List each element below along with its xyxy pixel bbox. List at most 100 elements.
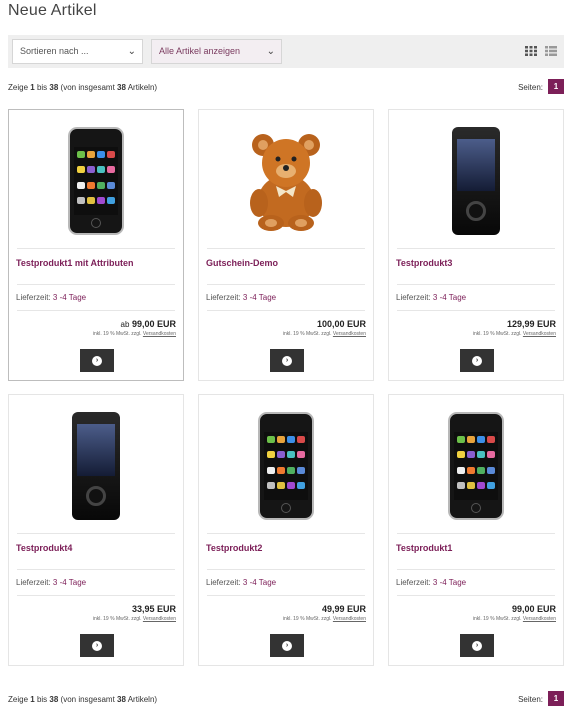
divider (17, 248, 175, 249)
tax-note: inkl. 19 % MwSt. zzgl. Versandkosten (92, 616, 176, 622)
shipping-costs-link[interactable]: Versandkosten (333, 616, 366, 622)
product-image[interactable] (258, 411, 314, 520)
chevron-right-icon: › (472, 640, 482, 651)
divider (397, 310, 555, 311)
shipping-costs-link[interactable]: Versandkosten (333, 331, 366, 337)
product-price: 100,00 EUR (317, 319, 366, 329)
price-value: 49,99 EUR (321, 604, 366, 614)
divider (17, 284, 175, 285)
divider (17, 533, 175, 534)
chevron-down-icon: ⌄ (127, 46, 136, 57)
product-name[interactable]: Testprodukt4 (16, 543, 72, 553)
delivery-time: Lieferzeit: 3 -4 Tage (16, 293, 87, 302)
divider (397, 248, 555, 249)
details-button[interactable]: › (80, 634, 114, 657)
product-name[interactable]: Testprodukt2 (206, 543, 262, 553)
product-image[interactable] (241, 131, 331, 231)
product-price: ab 99,00 EUR (121, 319, 176, 329)
product-thumb[interactable] (199, 403, 373, 528)
grid-view-icon[interactable] (525, 46, 537, 56)
chevron-right-icon: › (92, 355, 102, 366)
price-value: 100,00 EUR (316, 319, 366, 329)
product-name[interactable]: Testprodukt3 (396, 258, 452, 268)
chevron-right-icon: › (472, 355, 482, 366)
product-name[interactable]: Gutschein-Demo (206, 258, 278, 268)
sort-select[interactable]: Sortieren nach ... ⌄ (12, 39, 143, 64)
product-thumb[interactable] (389, 403, 563, 528)
pagination-top: Zeige 1 bis 38 (von insgesamt 38 Artikel… (8, 79, 564, 95)
price-value: 33,95 EUR (131, 604, 176, 614)
product-thumb[interactable] (389, 118, 563, 243)
pages-label: Seiten: (518, 83, 543, 92)
list-view-icon[interactable] (545, 46, 557, 56)
product-image[interactable] (452, 126, 500, 235)
divider (207, 284, 365, 285)
product-price: 49,99 EUR (322, 604, 366, 614)
tax-note: inkl. 19 % MwSt. zzgl. Versandkosten (472, 616, 556, 622)
filter-select-label: Alle Artikel anzeigen (159, 46, 241, 56)
product-card[interactable]: Testprodukt1 Lieferzeit: 3 -4 Tage 99,00 E… (388, 394, 564, 666)
filter-select[interactable]: Alle Artikel anzeigen ⌄ (151, 39, 282, 64)
delivery-time: Lieferzeit: 3 -4 Tage (396, 293, 467, 302)
page-number-current[interactable]: 1 (548, 691, 564, 706)
divider (207, 569, 365, 570)
details-button[interactable]: › (270, 349, 304, 372)
details-button[interactable]: › (460, 349, 494, 372)
product-name[interactable]: Testprodukt1 mit Attributen (16, 258, 134, 268)
details-button[interactable]: › (270, 634, 304, 657)
shipping-costs-link[interactable]: Versandkosten (143, 331, 176, 337)
product-card[interactable]: Testprodukt4 Lieferzeit: 3 -4 Tage 33,95 E… (8, 394, 184, 666)
shipping-costs-link[interactable]: Versandkosten (523, 331, 556, 337)
page-number-current[interactable]: 1 (548, 79, 564, 94)
pages-label: Seiten: (518, 695, 543, 704)
delivery-time: Lieferzeit: 3 -4 Tage (206, 293, 277, 302)
tax-note: inkl. 19 % MwSt. zzgl. Versandkosten (92, 331, 176, 337)
price-value: 99,00 EUR (511, 604, 556, 614)
results-summary: Zeige 1 bis 38 (von insgesamt 38 Artikel… (8, 695, 158, 704)
results-summary: Zeige 1 bis 38 (von insgesamt 38 Artikel… (8, 83, 158, 92)
divider (207, 533, 365, 534)
details-button[interactable]: › (80, 349, 114, 372)
shipping-costs-link[interactable]: Versandkosten (143, 616, 176, 622)
listing-toolbar: Sortieren nach ... ⌄ Alle Artikel anzeig… (8, 35, 564, 68)
product-card[interactable]: Gutschein-Demo Lieferzeit: 3 -4 Tage 100,0… (198, 109, 374, 381)
divider (397, 284, 555, 285)
product-card[interactable]: Testprodukt1 mit Attributen Lieferzeit: 3… (8, 109, 184, 381)
price-value: 129,99 EUR (506, 319, 556, 329)
tax-note: inkl. 19 % MwSt. zzgl. Versandkosten (282, 616, 366, 622)
price-value: 99,00 EUR (131, 319, 176, 329)
product-image[interactable] (68, 126, 124, 235)
chevron-right-icon: › (92, 640, 102, 651)
product-price: 33,95 EUR (132, 604, 176, 614)
details-button[interactable]: › (460, 634, 494, 657)
shipping-costs-link[interactable]: Versandkosten (523, 616, 556, 622)
divider (207, 595, 365, 596)
divider (397, 595, 555, 596)
product-thumb[interactable] (9, 118, 183, 243)
tax-note: inkl. 19 % MwSt. zzgl. Versandkosten (282, 331, 366, 337)
divider (17, 569, 175, 570)
product-image[interactable] (72, 411, 120, 520)
price-prefix: ab (120, 320, 130, 329)
chevron-right-icon: › (282, 640, 292, 651)
page-title: Neue Artikel (8, 2, 97, 19)
delivery-time: Lieferzeit: 3 -4 Tage (206, 578, 277, 587)
divider (397, 569, 555, 570)
divider (17, 595, 175, 596)
product-price: 99,00 EUR (512, 604, 556, 614)
product-thumb[interactable] (9, 403, 183, 528)
product-price: 129,99 EUR (507, 319, 556, 329)
product-thumb[interactable] (199, 118, 373, 243)
pagination-bottom: Zeige 1 bis 38 (von insgesamt 38 Artikel… (8, 691, 564, 707)
product-image[interactable] (448, 411, 504, 520)
chevron-down-icon: ⌄ (266, 46, 275, 57)
tax-note: inkl. 19 % MwSt. zzgl. Versandkosten (472, 331, 556, 337)
product-card[interactable]: Testprodukt3 Lieferzeit: 3 -4 Tage 129,99 … (388, 109, 564, 381)
chevron-right-icon: › (282, 355, 292, 366)
product-name[interactable]: Testprodukt1 (396, 543, 452, 553)
product-card[interactable]: Testprodukt2 Lieferzeit: 3 -4 Tage 49,99 E… (198, 394, 374, 666)
divider (207, 310, 365, 311)
divider (397, 533, 555, 534)
delivery-time: Lieferzeit: 3 -4 Tage (396, 578, 467, 587)
delivery-time: Lieferzeit: 3 -4 Tage (16, 578, 87, 587)
